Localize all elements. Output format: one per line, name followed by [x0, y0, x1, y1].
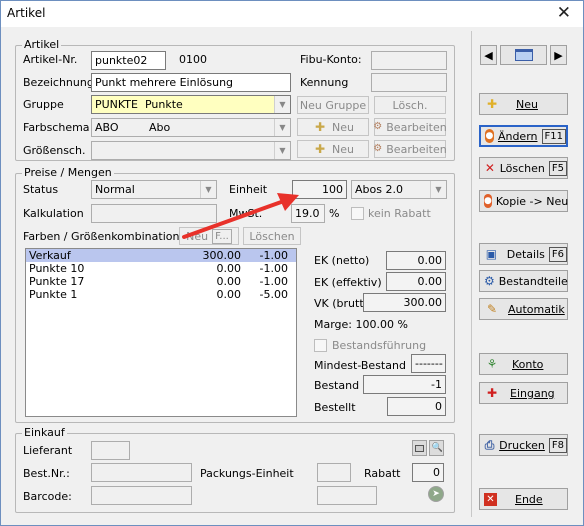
artikel-window: Artikel ✕ Artikel Artikel-Nr. punkte02 0…	[0, 0, 584, 526]
annotation-arrow	[182, 193, 299, 239]
arrow-shaft	[182, 199, 286, 239]
